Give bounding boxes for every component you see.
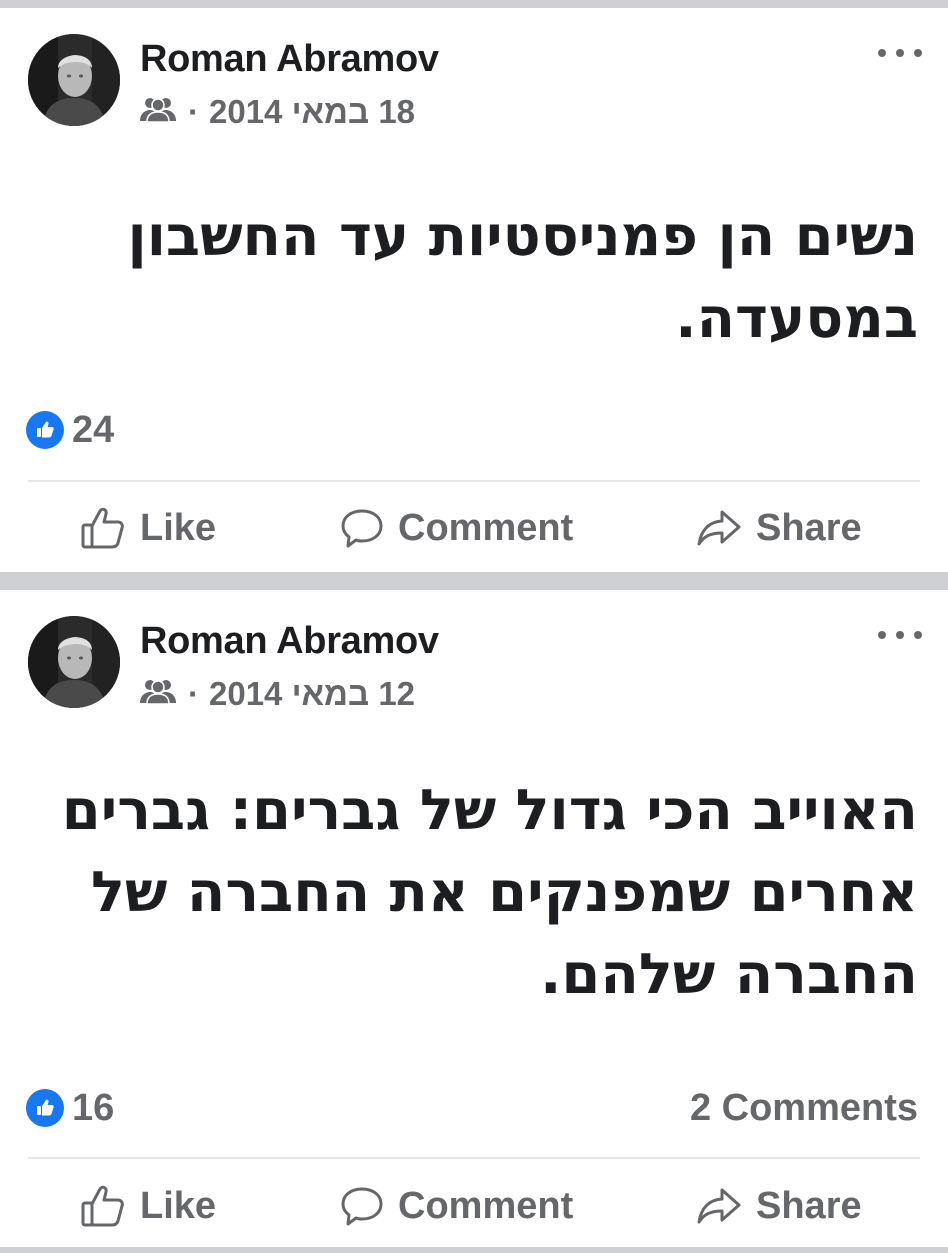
news-feed: Roman Abramov · 18 במאי 2014 נשים הן פמנ… [0, 0, 948, 1253]
post-text: האוייב הכי גדול של גברים: גברים אחרים שמ… [61, 778, 918, 1007]
friends-icon[interactable] [138, 93, 178, 131]
post-date[interactable]: 12 במאי 2014 [209, 675, 415, 713]
share-button[interactable]: Share [696, 498, 862, 558]
divider [28, 1157, 920, 1159]
more-options-icon[interactable] [878, 38, 922, 68]
post-card: Roman Abramov · 12 במאי 2014 האוייב הכי … [0, 590, 948, 1247]
post-card: Roman Abramov · 18 במאי 2014 נשים הן פמנ… [0, 8, 948, 572]
post-meta: · 18 במאי 2014 [138, 92, 415, 132]
more-options-icon[interactable] [878, 620, 922, 650]
action-bar: Like Comment Share [0, 1176, 948, 1236]
comment-label: Comment [398, 506, 574, 549]
author-avatar[interactable] [28, 34, 120, 126]
meta-separator: · [188, 93, 199, 130]
thumbs-up-icon [80, 1184, 126, 1228]
post-date[interactable]: 18 במאי 2014 [209, 93, 415, 131]
action-bar: Like Comment Share [0, 498, 948, 558]
author-avatar[interactable] [28, 616, 120, 708]
comment-button[interactable]: Comment [340, 498, 573, 558]
reaction-summary[interactable]: 24 [26, 408, 115, 451]
like-button[interactable]: Like [80, 1176, 216, 1236]
like-label: Like [140, 506, 217, 549]
share-button[interactable]: Share [696, 1176, 862, 1236]
comment-icon [340, 507, 384, 549]
author-name[interactable]: Roman Abramov [140, 620, 439, 663]
like-reaction-icon [26, 1089, 64, 1127]
comment-label: Comment [398, 1184, 574, 1227]
comment-button[interactable]: Comment [340, 1176, 573, 1236]
reaction-summary[interactable]: 16 [26, 1086, 115, 1129]
author-name[interactable]: Roman Abramov [140, 38, 439, 81]
post-meta: · 12 במאי 2014 [138, 674, 415, 714]
like-label: Like [140, 1184, 217, 1227]
friends-icon[interactable] [138, 675, 178, 713]
like-button[interactable]: Like [80, 498, 216, 558]
thumbs-up-icon [80, 506, 126, 550]
share-label: Share [756, 1184, 862, 1227]
like-reaction-icon [26, 411, 64, 449]
comment-icon [340, 1185, 384, 1227]
like-count: 16 [72, 1086, 115, 1129]
share-icon [696, 508, 742, 548]
post-text: נשים הן פמניסטיות עד החשבון במסעדה. [127, 204, 918, 351]
share-label: Share [756, 506, 862, 549]
comments-count-link[interactable]: 2 Comments [690, 1088, 918, 1128]
meta-separator: · [188, 675, 199, 712]
divider [28, 480, 920, 482]
like-count: 24 [72, 408, 115, 451]
share-icon [696, 1186, 742, 1226]
